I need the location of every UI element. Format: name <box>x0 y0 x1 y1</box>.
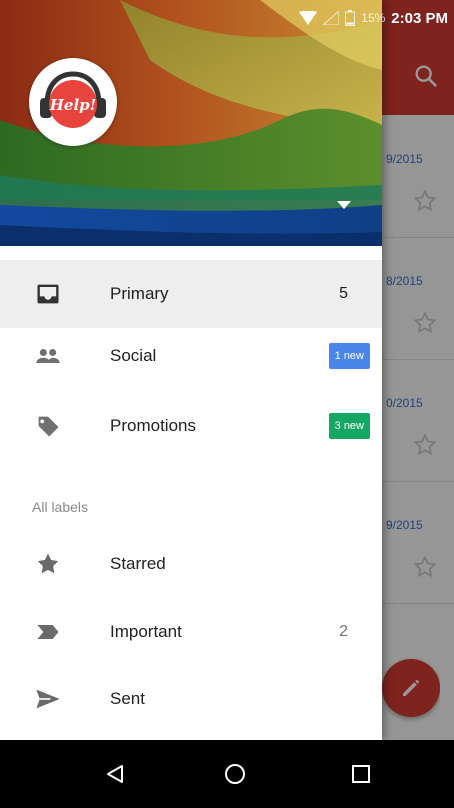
account-avatar[interactable]: Help! <box>29 58 117 146</box>
important-icon <box>37 625 59 639</box>
nav-item-label: Promotions <box>110 416 196 435</box>
nav-item-social[interactable]: Social 1 new <box>0 322 382 390</box>
nav-item-promotions[interactable]: Promotions 3 new <box>0 392 382 460</box>
nav-item-sent[interactable]: Sent <box>0 665 382 733</box>
help-logo-icon: Help! <box>40 71 106 128</box>
new-count-badge: 1 new <box>328 343 370 369</box>
cell-signal-icon <box>323 11 340 25</box>
unread-count: 5 <box>339 285 348 302</box>
nav-item-label: Sent <box>110 689 145 708</box>
wifi-icon <box>299 11 318 25</box>
people-icon <box>36 349 60 363</box>
nav-item-label: Social <box>110 346 157 365</box>
account-switcher-button[interactable] <box>326 190 362 220</box>
battery-icon <box>345 10 356 26</box>
recents-icon <box>352 765 370 783</box>
nav-item-label: Important <box>110 622 182 641</box>
nav-item-primary[interactable]: Primary 5 <box>0 260 382 328</box>
status-bar: 15% 2:03 PM <box>0 0 454 36</box>
all-labels-header: All labels <box>32 499 89 515</box>
back-icon <box>107 765 123 783</box>
status-icons: 15% 2:03 PM <box>299 0 448 36</box>
clock: 2:03 PM <box>391 9 448 27</box>
home-icon <box>225 764 245 784</box>
drawer-header: Help! <box>0 0 382 246</box>
back-button[interactable] <box>97 756 133 792</box>
star-icon <box>37 553 59 574</box>
nav-item-label: Primary <box>110 284 169 303</box>
nav-item-label: Starred <box>110 554 166 573</box>
screen: 9/2015 8/2015 0/2015 9/2015 Help! Primar… <box>0 0 454 808</box>
tag-icon <box>37 416 59 437</box>
recents-button[interactable] <box>343 756 379 792</box>
inbox-icon <box>37 284 59 304</box>
avatar-logo-text: Help! <box>49 96 97 114</box>
nav-item-important[interactable]: Important 2 <box>0 598 382 666</box>
home-button[interactable] <box>217 756 253 792</box>
new-count-badge: 3 new <box>328 413 370 439</box>
navigation-drawer: Help! Primary 5 Social 1 new Promotions … <box>0 0 382 740</box>
unread-count: 2 <box>339 623 348 640</box>
battery-percent: 15% <box>361 11 386 25</box>
send-icon <box>36 689 60 709</box>
nav-item-starred[interactable]: Starred <box>0 530 382 598</box>
caret-down-icon <box>337 201 351 209</box>
system-navigation-bar <box>0 740 454 808</box>
